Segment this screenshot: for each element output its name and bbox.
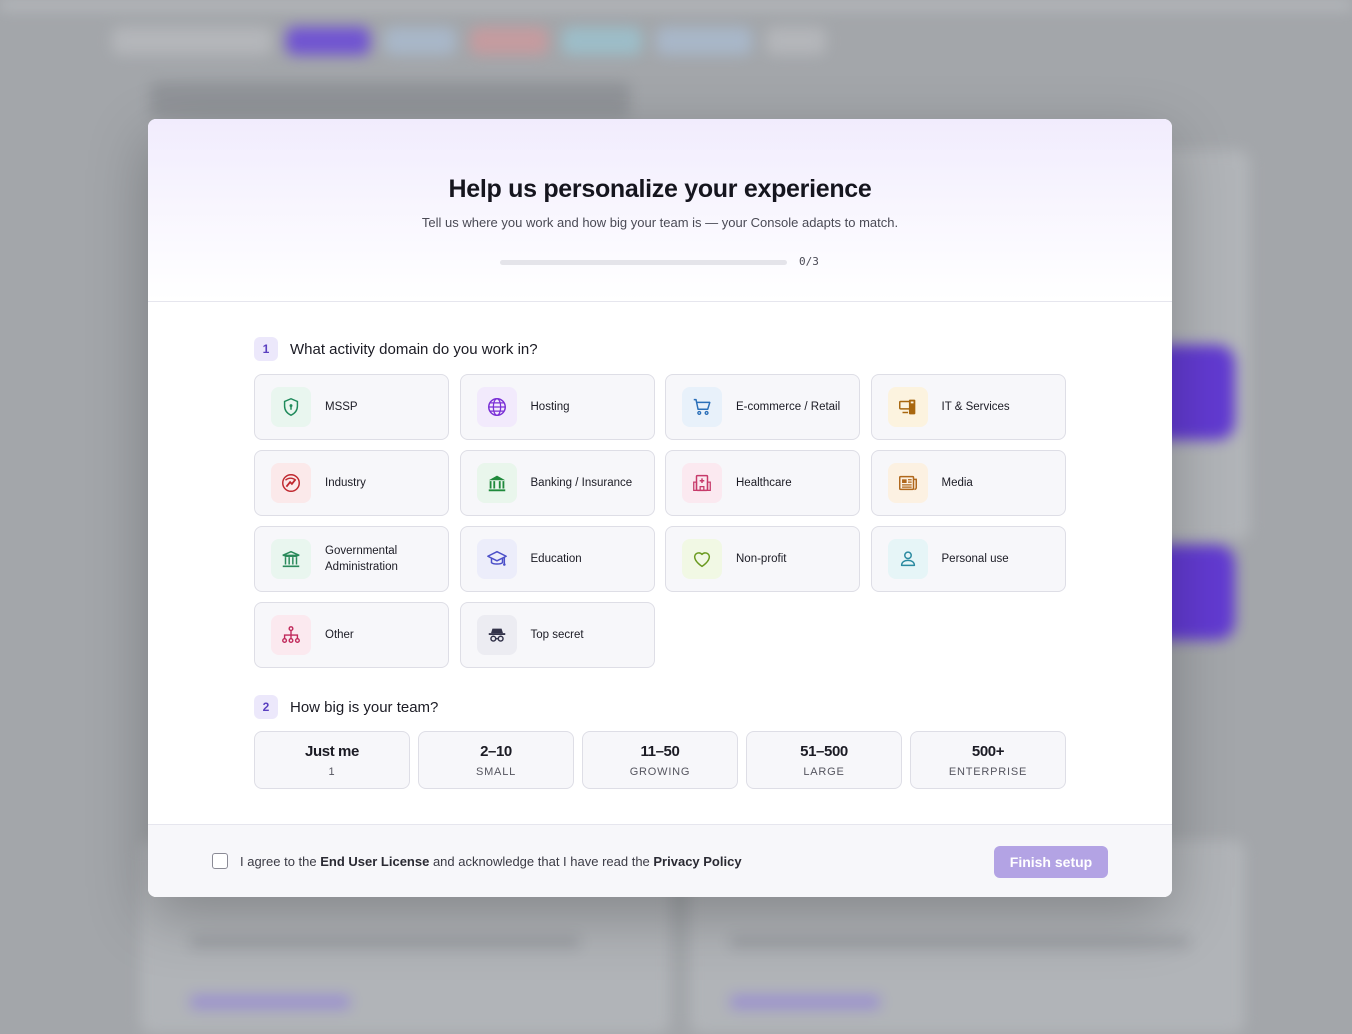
domain-option[interactable]: Industry	[254, 450, 449, 516]
domain-option[interactable]: IT & Services	[870, 374, 1066, 440]
domain-option-label: E-commerce / Retail	[736, 401, 841, 413]
team-size-option[interactable]: 2–10 SMALL	[418, 731, 574, 789]
team-size-caption: LARGE	[803, 766, 845, 778]
background-line	[730, 995, 880, 1009]
background-toolbar	[112, 24, 932, 58]
domain-option[interactable]: Hosting	[459, 374, 655, 440]
domain-option-label: Industry	[325, 477, 366, 489]
background-pill	[112, 27, 272, 55]
hierarchy-icon	[271, 615, 311, 655]
domain-option-label: Media	[941, 477, 973, 489]
devices-icon	[887, 387, 928, 427]
privacy-policy-link[interactable]: Privacy Policy	[653, 854, 741, 869]
background-pill	[656, 27, 752, 55]
domain-option-label: MSSP	[325, 401, 358, 413]
domain-option-label: Governmental Administration	[325, 545, 398, 573]
domain-options-grid: MSSP Hosting E-commerce / Retail IT & Servi…	[254, 374, 1066, 668]
background-pill	[384, 27, 456, 55]
agreement-text: I agree to the End User License and ackn…	[240, 854, 742, 869]
industry-icon	[271, 463, 311, 503]
agreement-middle: and acknowledge that I have read the	[429, 854, 654, 869]
team-size-caption: GROWING	[629, 766, 691, 778]
domain-option[interactable]: Non-profit	[665, 526, 860, 592]
modal-body: 1 What activity domain do you work in? M…	[148, 302, 1172, 824]
spy-icon	[476, 615, 517, 655]
agree-checkbox[interactable]	[212, 853, 228, 869]
background-pill	[766, 27, 826, 55]
domain-option[interactable]: Governmental Administration	[254, 526, 449, 592]
question-number-badge: 1	[254, 337, 278, 361]
domain-option-label: Banking / Insurance	[530, 477, 633, 489]
team-size-value: 51–500	[800, 743, 848, 760]
progress-label: 0/3	[799, 255, 819, 268]
agreement-prefix: I agree to the	[240, 854, 321, 869]
background-topbar	[0, 0, 1352, 10]
bank-icon	[476, 463, 517, 503]
globe-icon	[476, 387, 517, 427]
question-team-size-title: How big is your team?	[290, 698, 439, 716]
domain-option-label: Hosting	[530, 401, 570, 413]
question-team-size-header: 2 How big is your team?	[254, 695, 438, 719]
modal-footer: I agree to the End User License and ackn…	[148, 824, 1172, 897]
team-size-value: 11–50	[640, 743, 680, 760]
domain-option[interactable]: E-commerce / Retail	[665, 374, 860, 440]
team-size-option[interactable]: 11–50 GROWING	[582, 731, 738, 789]
newspaper-icon	[887, 463, 928, 503]
personalize-modal: Help us personalize your experience Tell…	[148, 119, 1172, 897]
background-pill	[286, 27, 370, 55]
team-size-options: Just me 1 2–10 SMALL 11–50 GROWING 51–500 LARGE…	[254, 731, 1066, 789]
eula-link[interactable]: End User License	[320, 854, 429, 869]
domain-option-label: Personal use	[941, 553, 1009, 565]
progress-bar	[500, 260, 787, 265]
domain-option[interactable]: Healthcare	[665, 450, 860, 516]
team-size-option[interactable]: 51–500 LARGE	[746, 731, 902, 789]
domain-option-label: Education	[530, 553, 582, 565]
team-size-value: 2–10	[480, 743, 512, 760]
team-size-caption: 1	[328, 766, 336, 778]
user-icon	[887, 539, 928, 579]
domain-option[interactable]: Other	[254, 602, 449, 668]
background-heading	[150, 82, 630, 118]
question-number-badge: 2	[254, 695, 278, 719]
background-pill	[562, 27, 642, 55]
team-size-option[interactable]: Just me 1	[254, 731, 410, 789]
question-domain-header: 1 What activity domain do you work in?	[254, 337, 538, 361]
domain-option-label: Top secret	[530, 629, 584, 641]
domain-option[interactable]: Banking / Insurance	[459, 450, 655, 516]
modal-title: Help us personalize your experience	[448, 175, 872, 203]
background-line	[190, 935, 580, 949]
graduation-cap-icon	[476, 539, 517, 579]
question-domain-title: What activity domain do you work in?	[290, 340, 538, 358]
modal-subtitle: Tell us where you work and how big your …	[421, 215, 899, 230]
domain-option[interactable]: Education	[459, 526, 655, 592]
background-line	[190, 995, 350, 1009]
team-size-value: 500+	[971, 743, 1005, 760]
domain-option[interactable]: MSSP	[254, 374, 449, 440]
domain-option[interactable]: Top secret	[459, 602, 655, 668]
domain-option-label: Non-profit	[736, 553, 787, 565]
hospital-icon	[682, 463, 722, 503]
government-icon	[271, 539, 311, 579]
heart-icon	[682, 539, 722, 579]
shield-icon	[271, 387, 311, 427]
domain-option-label: Healthcare	[736, 477, 792, 489]
domain-option[interactable]: Media	[870, 450, 1066, 516]
finish-setup-button[interactable]: Finish setup	[994, 846, 1108, 878]
domain-option-label: IT & Services	[941, 401, 1010, 413]
team-size-caption: SMALL	[475, 766, 517, 778]
domain-option-label: Other	[325, 629, 354, 641]
team-size-value: Just me	[305, 743, 359, 760]
team-size-option[interactable]: 500+ ENTERPRISE	[910, 731, 1066, 789]
background-line	[730, 935, 1190, 949]
domain-option[interactable]: Personal use	[870, 526, 1066, 592]
team-size-caption: ENTERPRISE	[948, 766, 1028, 778]
cart-icon	[682, 387, 722, 427]
background-pill	[470, 27, 548, 55]
modal-header: Help us personalize your experience Tell…	[148, 119, 1172, 302]
